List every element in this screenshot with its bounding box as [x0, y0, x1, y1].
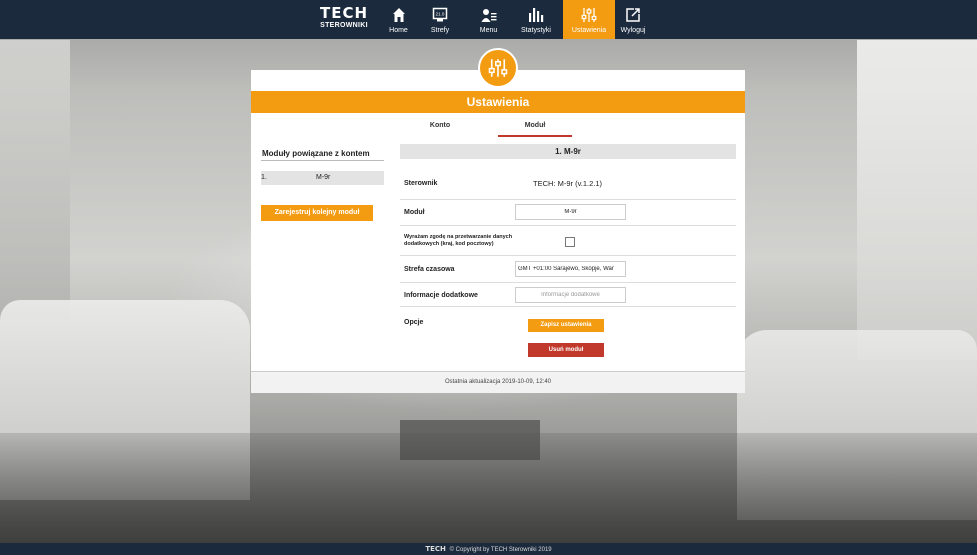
bar-chart-icon [528, 6, 544, 24]
extra-info-label: Informacje dodatkowe [404, 292, 478, 299]
module-details-section: 1. M-9r Sterownik TECH: M-9r (v.1.2.1) M… [400, 144, 736, 357]
nav-item-statystyki[interactable]: Statystyki [509, 0, 563, 39]
module-list-number: 1. [261, 174, 267, 181]
tab-modul[interactable]: Moduł [498, 122, 572, 137]
extra-info-field[interactable] [515, 287, 626, 303]
logo-main-text: TECH [319, 4, 369, 22]
nav-item-wyloguj[interactable]: Wyloguj [615, 0, 651, 39]
options-row: Opcje Zapisz ustawienia Usuń moduł [400, 307, 736, 357]
panel-title: Ustawienia [251, 91, 745, 113]
nav-item-home[interactable]: Home [385, 0, 412, 39]
settings-tabs: Konto Moduł [251, 114, 745, 138]
nav-item-strefy[interactable]: 21.0 Strefy [412, 0, 468, 39]
timezone-label: Strefa czasowa [404, 266, 455, 273]
nav-label-ustawienia: Ustawienia [571, 27, 607, 34]
sliders-icon [488, 59, 508, 77]
module-list-item[interactable]: 1. M-9r [261, 171, 384, 185]
controller-row: Sterownik TECH: M-9r (v.1.2.1) [400, 170, 736, 200]
nav-label-statystyki: Statystyki [521, 27, 551, 34]
footer-logo: TECH [425, 545, 446, 553]
extra-info-row: Informacje dodatkowe [400, 283, 736, 307]
nav-item-ustawienia[interactable]: Ustawienia [563, 0, 615, 39]
delete-module-button[interactable]: Usuń moduł [528, 343, 604, 357]
module-name-field[interactable] [515, 204, 626, 220]
nav-label-wyloguj: Wyloguj [620, 27, 646, 34]
register-module-button[interactable]: Zarejestruj kolejny moduł [261, 205, 373, 221]
controller-label: Sterownik [404, 180, 438, 187]
menu-user-icon [481, 6, 497, 24]
nav-label-strefy: Strefy [430, 27, 450, 34]
zones-icon: 21.0 [432, 6, 448, 24]
tech-logo[interactable]: TECH STEROWNIKI [314, 5, 374, 35]
settings-badge [478, 48, 518, 88]
consent-label: Wyrażam zgodę na przetwarzanie danych do… [404, 234, 513, 247]
page-footer: TECH © Copyright by TECH Sterowniki 2019 [0, 543, 977, 555]
copyright-text: © Copyright by TECH Sterowniki 2019 [449, 547, 552, 553]
linked-modules-section: Moduły powiązane z kontem 1. M-9r Zareje… [261, 147, 384, 221]
nav-menu: Home 21.0 Strefy Menu Statystyki Ustawie… [385, 0, 651, 39]
consent-checkbox[interactable] [565, 237, 575, 247]
settings-panel: Ustawienia Konto Moduł Moduły powiązane … [251, 70, 745, 393]
nav-label-home: Home [389, 27, 408, 34]
module-list-name: M-9r [316, 174, 331, 181]
sliders-icon [581, 6, 597, 24]
nav-item-menu[interactable]: Menu [468, 0, 509, 39]
last-update-text: Ostatnia aktualizacja 2019-10-09, 12:40 [251, 371, 745, 393]
options-label: Opcje [404, 319, 424, 326]
module-label: Moduł [404, 209, 425, 216]
nav-label-menu: Menu [479, 27, 498, 34]
save-settings-button[interactable]: Zapisz ustawienia [528, 319, 604, 332]
tab-konto[interactable]: Konto [420, 122, 460, 137]
module-title: 1. M-9r [400, 144, 736, 159]
linked-modules-title: Moduły powiązane z kontem [261, 147, 384, 161]
home-icon [392, 6, 406, 24]
timezone-row: Strefa czasowa [400, 256, 736, 283]
svg-text:21.0: 21.0 [436, 12, 445, 17]
logout-icon [625, 6, 641, 24]
logo-sub-text: STEROWNIKI [320, 22, 368, 29]
consent-row: Wyrażam zgodę na przetwarzanie danych do… [400, 226, 736, 256]
controller-value: TECH: M-9r (v.1.2.1) [533, 179, 603, 188]
timezone-select[interactable] [515, 261, 626, 277]
module-row: Moduł [400, 200, 736, 226]
top-navigation-bar: TECH STEROWNIKI Home 21.0 Strefy Menu St [0, 0, 977, 39]
